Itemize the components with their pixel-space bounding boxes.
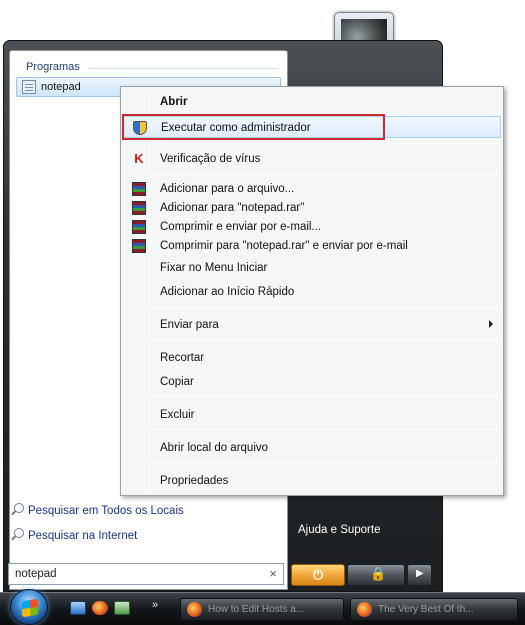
lock-icon: 🔒	[370, 566, 387, 581]
menu-item-copy[interactable]: Copiar	[123, 371, 501, 393]
winrar-icon	[132, 239, 146, 253]
menu-separator	[151, 340, 499, 341]
start-search-input[interactable]: notepad ×	[8, 563, 284, 585]
menu-separator	[151, 429, 499, 430]
taskbar-button-firefox-2[interactable]: The Very Best Of th...	[350, 598, 518, 621]
taskbar-button-label: How to Edit Hosts a...	[208, 604, 305, 615]
highlight-annotation-box	[122, 114, 385, 140]
firefox-icon[interactable]	[92, 601, 108, 615]
menu-item-properties[interactable]: Propriedades	[123, 470, 501, 492]
context-menu: Abrir Executar como administrador K Veri…	[120, 86, 504, 496]
taskbar-button-label: The Very Best Of th...	[378, 604, 474, 615]
search-icon	[10, 503, 24, 517]
quick-launch-chevron-icon[interactable]: »	[152, 599, 158, 611]
programs-group-header: Programas	[26, 61, 80, 73]
group-divider	[88, 68, 277, 69]
firefox-icon	[187, 602, 202, 617]
menu-item-delete[interactable]: Excluir	[123, 404, 501, 426]
search-everywhere-link[interactable]: Pesquisar em Todos os Locais	[10, 503, 184, 521]
menu-item-send-to[interactable]: Enviar para	[123, 314, 501, 336]
notepad-icon	[22, 80, 36, 94]
menu-item-open-location[interactable]: Abrir local do arquivo	[123, 437, 501, 459]
power-icon: ⏻	[313, 567, 324, 582]
search-internet-link[interactable]: Pesquisar na Internet	[10, 528, 137, 546]
menu-item-pin-start[interactable]: Fixar no Menu Iniciar	[123, 257, 501, 279]
menu-separator	[151, 307, 499, 308]
menu-item-virus-scan[interactable]: K Verificação de vírus	[123, 148, 501, 170]
submenu-arrow-icon	[489, 320, 493, 328]
arrow-right-icon: ▶	[416, 568, 424, 579]
menu-separator	[151, 396, 499, 397]
lock-button[interactable]: 🔒	[347, 564, 405, 586]
menu-item-cut[interactable]: Recortar	[123, 347, 501, 369]
search-icon	[10, 528, 24, 542]
start-button[interactable]	[10, 589, 48, 625]
network-icon[interactable]	[114, 601, 130, 615]
shutdown-options-button[interactable]: ▶	[407, 564, 432, 586]
taskbar-button-firefox-1[interactable]: How to Edit Hosts a...	[180, 598, 344, 621]
firefox-icon	[357, 602, 372, 617]
menu-separator	[151, 462, 499, 463]
winrar-icon	[132, 201, 146, 215]
winrar-icon	[132, 182, 146, 196]
winrar-icon	[132, 220, 146, 234]
clear-search-button[interactable]: ×	[269, 566, 277, 581]
menu-item-open[interactable]: Abrir	[123, 91, 501, 113]
menu-separator	[151, 143, 499, 144]
help-and-support-link[interactable]: Ajuda e Suporte	[298, 524, 380, 536]
show-desktop-icon[interactable]	[70, 601, 86, 615]
power-button[interactable]: ⏻	[291, 564, 345, 586]
menu-item-quick-launch[interactable]: Adicionar ao Início Rápido	[123, 281, 501, 303]
menu-item-compress-rar-email[interactable]: Comprimir para "notepad.rar" e enviar po…	[123, 235, 501, 257]
menu-separator	[151, 174, 499, 175]
search-query-text: notepad	[15, 568, 57, 580]
kaspersky-icon: K	[134, 151, 144, 166]
program-label: notepad	[41, 81, 81, 93]
